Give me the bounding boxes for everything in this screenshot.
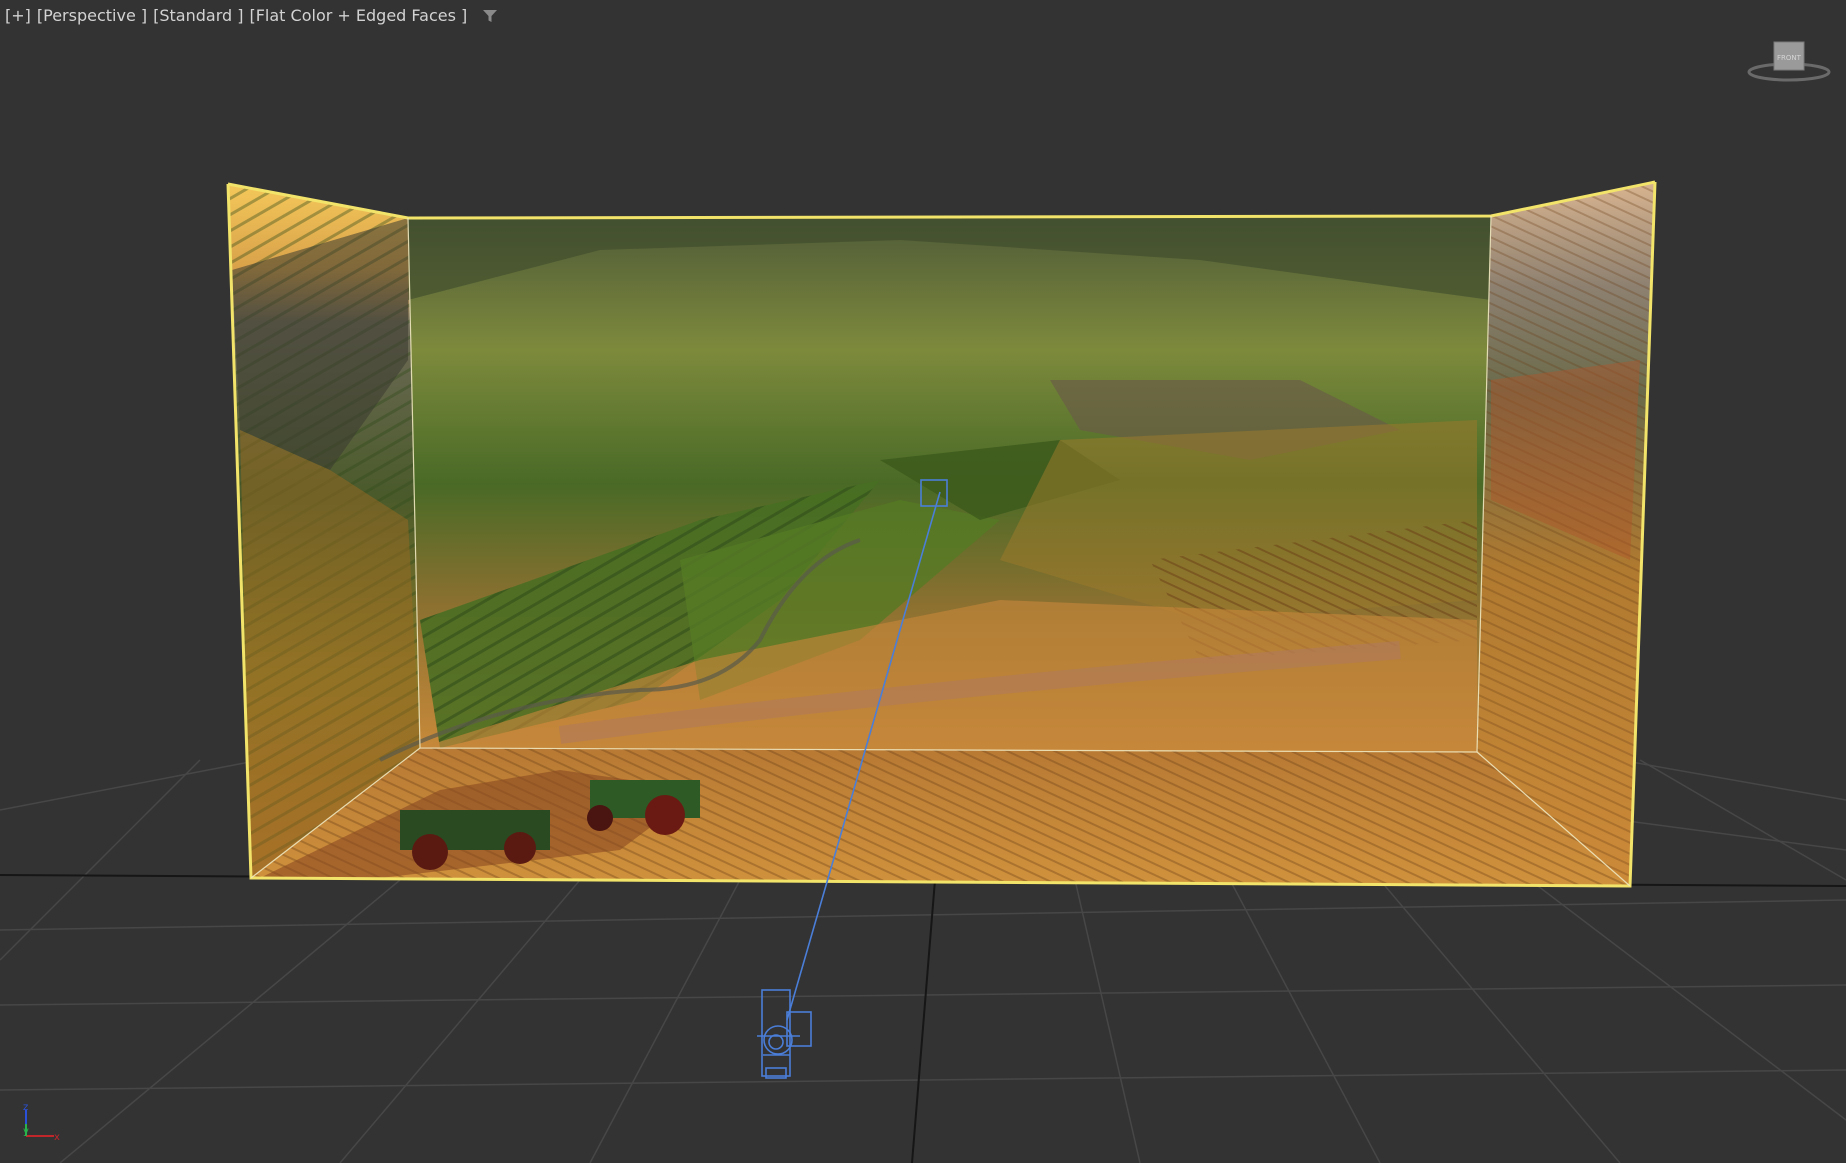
- funnel-icon[interactable]: [481, 7, 499, 25]
- axis-label-z: z: [23, 1102, 28, 1113]
- viewcube-face-label: FRONT: [1777, 54, 1802, 62]
- viewport-shading-menu[interactable]: [Standard ]: [153, 5, 243, 27]
- axis-tripod: z y x: [23, 1102, 60, 1143]
- viewport-plus-menu[interactable]: [+]: [5, 5, 31, 27]
- viewcube[interactable]: FRONT: [1746, 36, 1832, 86]
- axis-label-y: y: [23, 1126, 29, 1137]
- viewport-display-menu[interactable]: [Flat Color + Edged Faces ]: [249, 5, 467, 27]
- axis-label-x: x: [54, 1132, 60, 1143]
- scene-canvas[interactable]: [0, 0, 1846, 1163]
- viewport-label-menu: [+] [Perspective ] [Standard ] [Flat Col…: [5, 5, 499, 27]
- perspective-viewport[interactable]: [+] [Perspective ] [Standard ] [Flat Col…: [0, 0, 1846, 1163]
- world-axis-lines: [0, 874, 1846, 1163]
- panorama-screen-mesh[interactable]: [226, 180, 1657, 888]
- viewport-view-menu[interactable]: [Perspective ]: [37, 5, 147, 27]
